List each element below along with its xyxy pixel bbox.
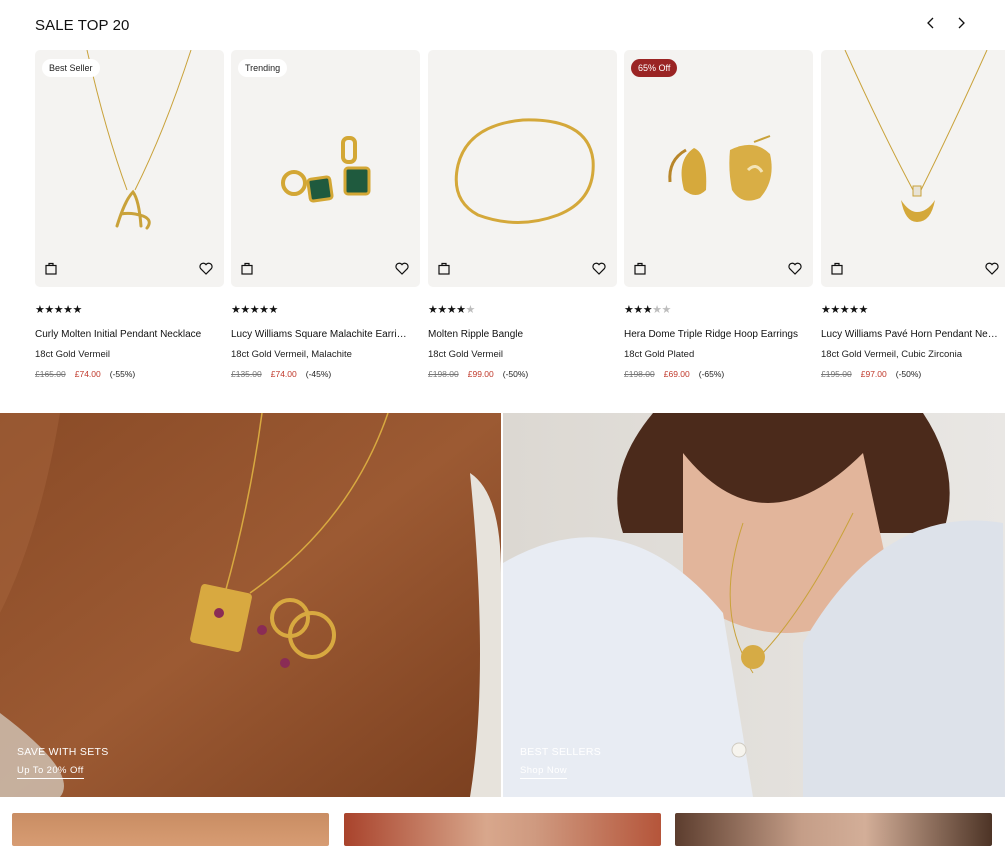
category-tile[interactable] (675, 813, 992, 846)
rating-stars: ★★★★★ (35, 304, 82, 316)
product-material: 18ct Gold Plated (624, 349, 695, 360)
banner-link[interactable]: Shop Now (520, 765, 568, 779)
product-card[interactable]: Trending ★★★★★ Lucy Williams Square Mala… (231, 50, 420, 380)
product-carousel: Best Seller ★★★★★ Curly Molten Initial P… (35, 50, 1005, 390)
discount-percent: (-45%) (305, 369, 332, 379)
discount-percent: (-50%) (502, 369, 529, 379)
category-tile[interactable] (12, 813, 329, 846)
original-price: £198.00 (624, 369, 655, 379)
banner-link[interactable]: Up To 20% Off (17, 765, 84, 779)
section-title: SALE TOP 20 (35, 17, 130, 34)
product-price: £165.00 £74.00 (-55%) (35, 369, 224, 380)
heart-icon[interactable] (395, 262, 409, 275)
initial-pendant-image (86, 50, 192, 230)
shopping-bag-icon[interactable] (438, 262, 450, 275)
category-tile[interactable] (344, 813, 661, 846)
shopping-bag-icon[interactable] (634, 262, 646, 275)
product-card[interactable]: ★★★★★ Lucy Williams Pavé Horn Pendant Ne… (821, 50, 1005, 380)
heart-icon[interactable] (592, 262, 606, 275)
product-price: £135.00 £74.00 (-45%) (231, 369, 420, 380)
discount-percent: (-55%) (109, 369, 136, 379)
best-sellers-banner-image (503, 413, 1005, 797)
sale-price: £69.00 (663, 369, 690, 379)
sale-price: £99.00 (467, 369, 494, 379)
sale-price: £74.00 (74, 369, 101, 379)
product-name[interactable]: Molten Ripple Bangle (428, 329, 606, 341)
product-name[interactable]: Hera Dome Triple Ridge Hoop Earrings (624, 329, 802, 341)
original-price: £135.00 (231, 369, 262, 379)
rating-stars: ★★★★★ (428, 304, 475, 316)
sale-price: £74.00 (270, 369, 297, 379)
product-name[interactable]: Lucy Williams Pavé Horn Pendant Necklace (821, 329, 999, 341)
product-badge: Trending (238, 59, 288, 77)
product-card[interactable]: Best Seller ★★★★★ Curly Molten Initial P… (35, 50, 224, 380)
product-image[interactable]: Best Seller (35, 50, 224, 287)
rating-stars: ★★★★★ (624, 304, 671, 316)
product-image[interactable]: 65% Off (624, 50, 813, 287)
product-price: £198.00 £99.00 (-50%) (428, 369, 617, 380)
product-image[interactable] (428, 50, 617, 287)
best-sellers-banner[interactable]: BEST SELLERS Shop Now (503, 413, 1005, 797)
rating-stars: ★★★★★ (821, 304, 868, 316)
horn-pendant-image (844, 50, 988, 222)
chevron-left-icon (927, 17, 934, 29)
product-price: £195.00 £97.00 (-50%) (821, 369, 1005, 380)
product-card[interactable]: ★★★★ ★ Molten Ripple Bangle 18ct Gold Ver… (428, 50, 617, 380)
carousel-next-button[interactable] (950, 12, 972, 34)
sets-banner-image (0, 413, 501, 797)
shopping-bag-icon[interactable] (45, 262, 57, 275)
product-image[interactable]: Trending (231, 50, 420, 287)
original-price: £198.00 (428, 369, 459, 379)
banner-title: BEST SELLERS (520, 746, 602, 758)
product-name[interactable]: Curly Molten Initial Pendant Necklace (35, 329, 213, 341)
save-with-sets-banner[interactable]: SAVE WITH SETS Up To 20% Off (0, 413, 501, 797)
banner-title: SAVE WITH SETS (17, 746, 109, 758)
carousel-prev-button[interactable] (920, 12, 942, 34)
sale-price: £97.00 (860, 369, 887, 379)
dome-hoop-earrings-image (668, 135, 772, 201)
product-price: £198.00 £69.00 (-65%) (624, 369, 813, 380)
original-price: £165.00 (35, 369, 66, 379)
product-name[interactable]: Lucy Williams Square Malachite Earrings (231, 329, 409, 341)
product-material: 18ct Gold Vermeil (428, 349, 503, 360)
heart-icon[interactable] (985, 262, 999, 275)
original-price: £195.00 (821, 369, 852, 379)
malachite-earrings-image (281, 136, 371, 203)
discount-percent: (-65%) (698, 369, 725, 379)
product-material: 18ct Gold Vermeil, Cubic Zirconia (821, 349, 962, 360)
chevron-right-icon (958, 17, 965, 29)
ripple-bangle-image (454, 118, 595, 224)
rating-stars: ★★★★★ (231, 304, 278, 316)
product-material: 18ct Gold Vermeil, Malachite (231, 349, 352, 360)
shopping-bag-icon[interactable] (831, 262, 843, 275)
product-material: 18ct Gold Vermeil (35, 349, 110, 360)
discount-percent: (-50%) (895, 369, 922, 379)
heart-icon[interactable] (199, 262, 213, 275)
shopping-bag-icon[interactable] (241, 262, 253, 275)
product-badge: Best Seller (42, 59, 100, 77)
discount-badge: 65% Off (631, 59, 678, 77)
heart-icon[interactable] (788, 262, 802, 275)
product-card[interactable]: 65% Off ★★★ ★★ Hera Dome Triple Ridge Hoo… (624, 50, 813, 380)
product-image[interactable] (821, 50, 1005, 287)
